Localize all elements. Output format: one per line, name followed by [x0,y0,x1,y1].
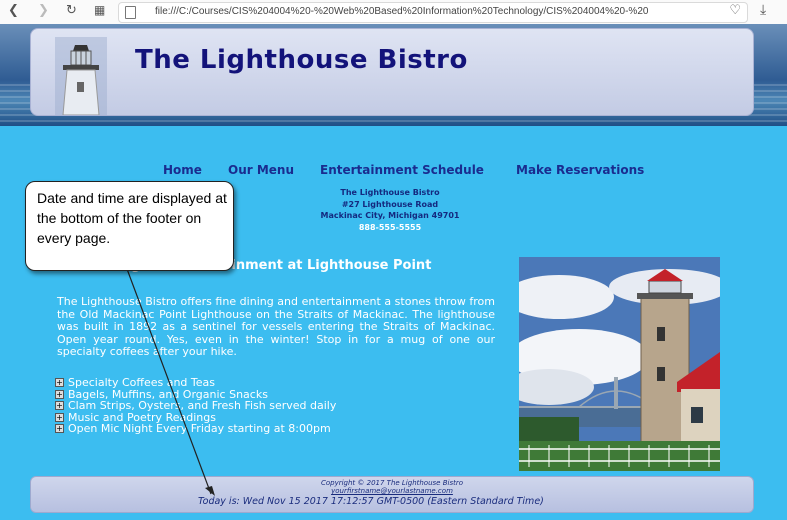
site-title: The Lighthouse Bistro [135,45,468,75]
file-icon [125,6,136,19]
address-bar[interactable]: file:///C:/Courses/CIS%204004%20-%20Web%… [118,2,748,23]
annotation-callout: Date and time are displayed at the botto… [25,181,234,271]
forward-icon[interactable]: ❯ [38,3,49,18]
bookmark-heart-icon[interactable]: ♡ [729,3,741,18]
callout-text: Date and time are displayed at the botto… [37,190,227,246]
address-block: The Lighthouse Bistro #27 Lighthouse Roa… [300,187,480,233]
download-icon[interactable]: ⤓ [760,2,766,18]
list-item: Specialty Coffees and Teas [55,377,336,389]
apps-icon[interactable]: ▦ [94,3,105,17]
address-phone: 888-555-5555 [358,222,422,232]
nav-menu-link[interactable]: Our Menu [228,163,294,177]
reload-icon[interactable]: ↻ [66,3,77,18]
address-street: #27 Lighthouse Road [341,199,439,209]
address-name: The Lighthouse Bistro [340,188,440,197]
nav-home-link[interactable]: Home [163,163,202,177]
footer-copy: Copyright © 2017 The Lighthouse Bistro y… [31,479,753,495]
site-footer: Copyright © 2017 The Lighthouse Bistro y… [30,476,754,513]
back-icon[interactable]: ❮ [8,3,19,18]
footer-datetime: Today is: Wed Nov 15 2017 17:12:57 GMT-0… [198,496,544,507]
list-item: Open Mic Night Every Friday starting at … [55,423,336,435]
url-text[interactable]: file:///C:/Courses/CIS%204004%20-%20Web%… [155,6,648,17]
intro-paragraph: The Lighthouse Bistro offers fine dining… [57,295,495,358]
nav-reservations-link[interactable]: Make Reservations [516,163,644,177]
copyright-text: Copyright © 2017 The Lighthouse Bistro [320,479,464,487]
site-header: The Lighthouse Bistro [30,28,754,116]
lighthouse-logo-icon [55,37,107,115]
address-city: Mackinac City, Michigan 49701 [320,211,460,220]
nav-entertainment-link[interactable]: Entertainment Schedule [320,163,484,177]
email-link[interactable]: yourfirstname@yourlastname.com [31,487,753,495]
features-list: Specialty Coffees and Teas Bagels, Muffi… [55,377,336,435]
lighthouse-photo [519,257,720,471]
browser-toolbar: ❮ ❯ ↻ ▦ file:///C:/Courses/CIS%204004%20… [0,0,787,25]
